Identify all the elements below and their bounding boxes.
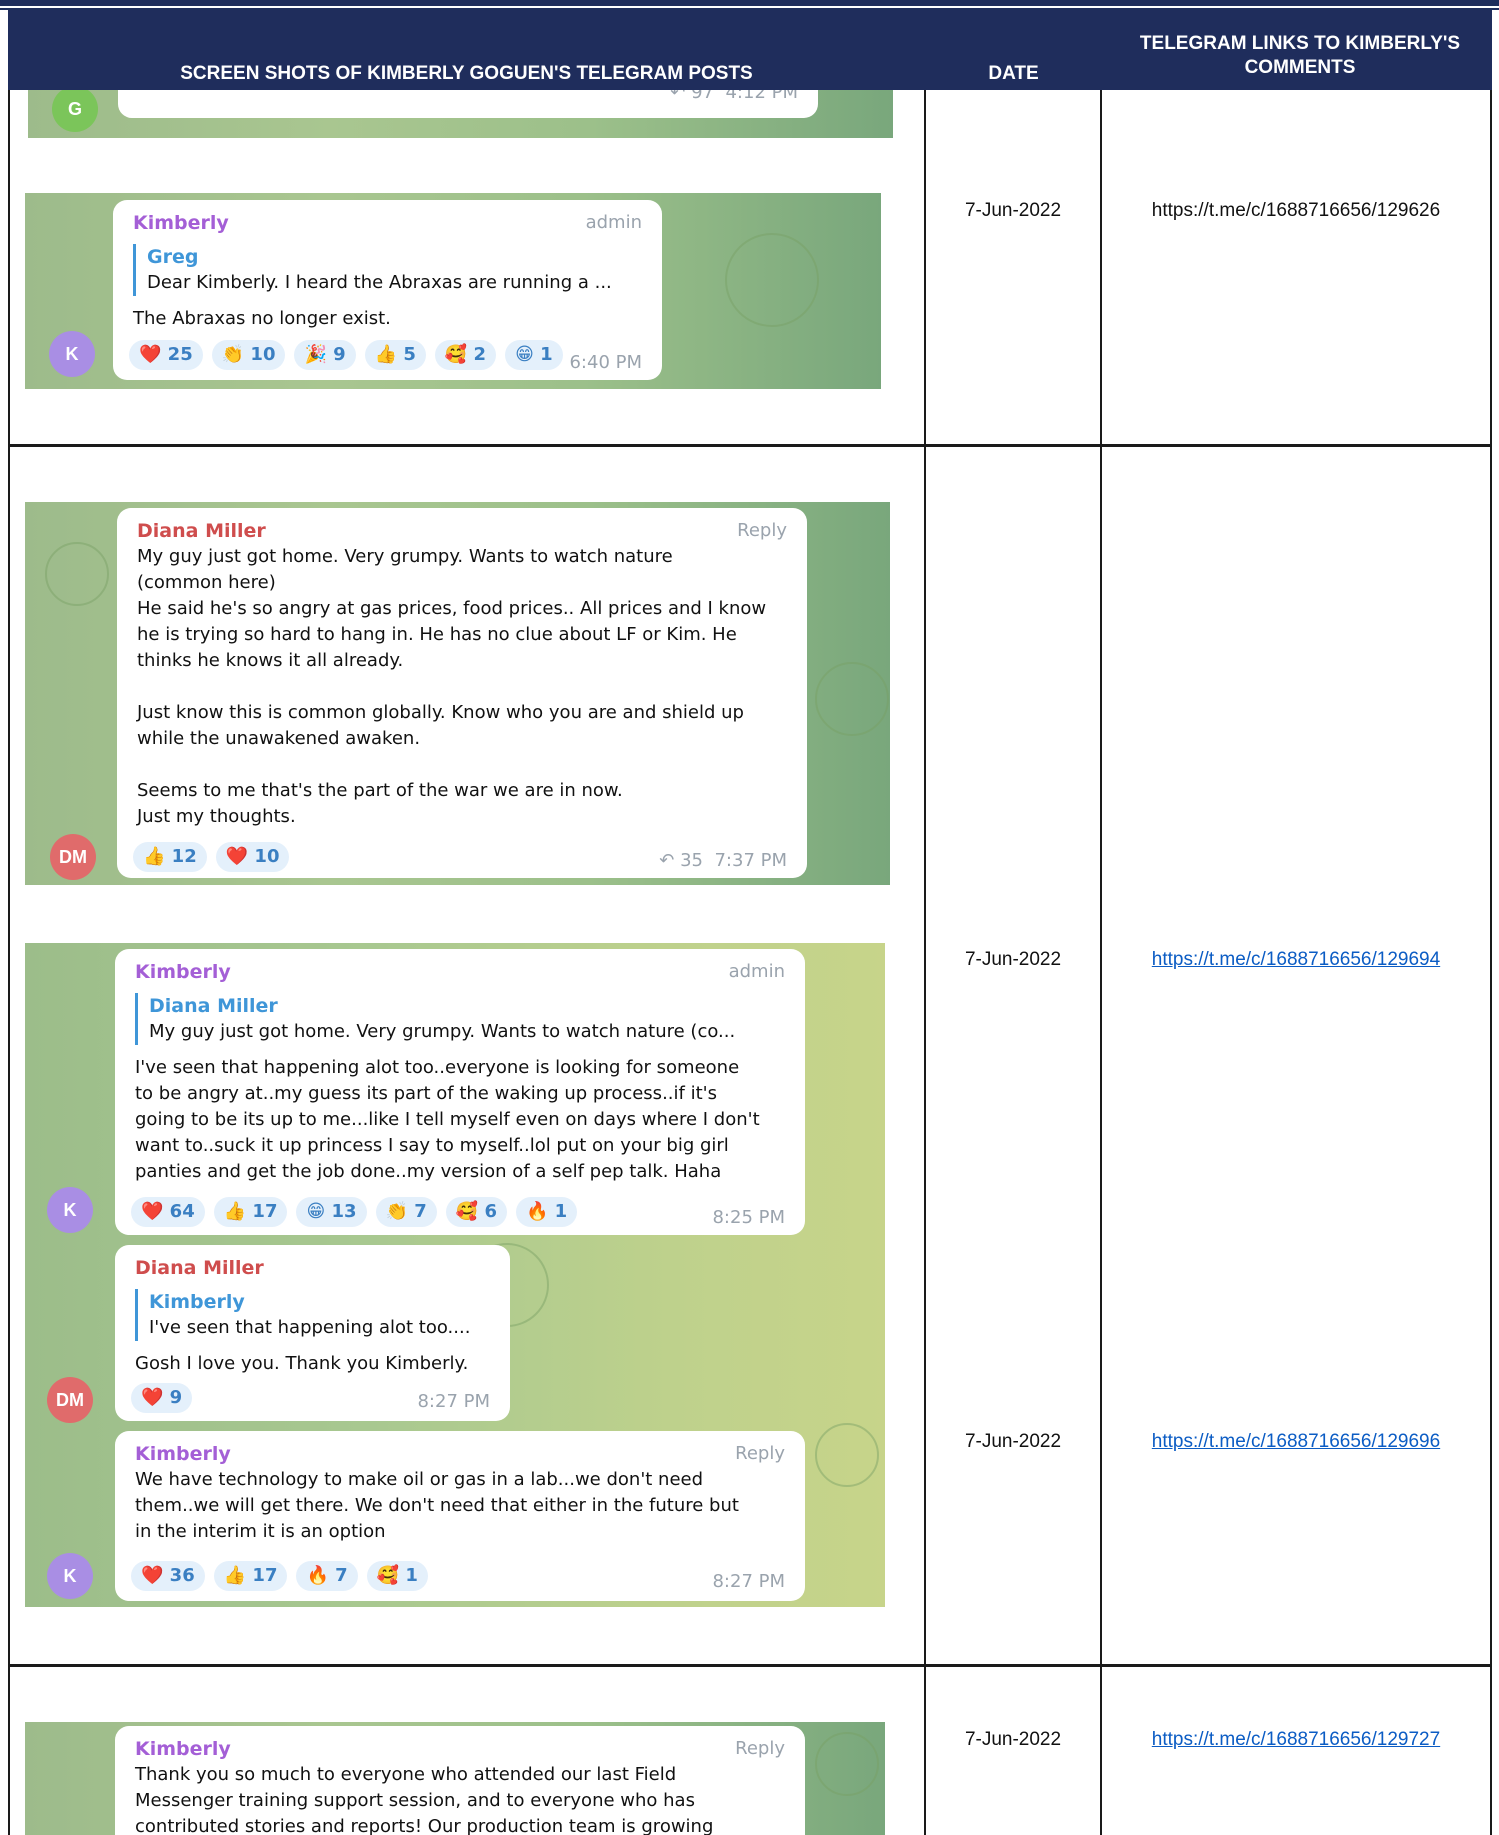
reaction[interactable]: 🥰 6 xyxy=(445,1197,507,1227)
message-time: 8:25 PM xyxy=(712,1207,785,1228)
reaction[interactable]: ❤️ 9 xyxy=(131,1383,193,1413)
date-cell: 7-Jun-2022 xyxy=(964,200,1062,221)
reactions: ❤️ 64 👍 17 😁 13 👏 7 🥰 6 🔥 1 xyxy=(131,1197,578,1227)
admin-tag: admin xyxy=(728,961,785,982)
message-text: The Abraxas no longer exist. xyxy=(133,308,391,329)
sender-name: Kimberly xyxy=(135,961,231,983)
reactions: ❤️ 25 👏 10 🎉 9 👍 5 🥰 2 😁 1 xyxy=(129,340,563,370)
reaction[interactable]: ❤️ 10 xyxy=(215,842,290,872)
reaction[interactable]: 😁 13 xyxy=(296,1197,367,1227)
sender-name: Diana Miller xyxy=(137,520,266,542)
screenshot-partial: Kimberly Reply Thank you so much to ever… xyxy=(25,1722,885,1835)
header-links: TELEGRAM LINKS TO KIMBERLY'S COMMENTS xyxy=(1139,33,1461,78)
link-cell[interactable]: https://t.me/c/1688716656/129727 xyxy=(1102,1729,1490,1751)
message-text: We have technology to make oil or gas in… xyxy=(135,1469,739,1542)
screenshot: Kimberly admin Diana Miller My guy just … xyxy=(25,943,885,1607)
row-divider xyxy=(8,444,1492,447)
avatar: K xyxy=(47,1187,93,1233)
header-date: DATE xyxy=(988,63,1039,84)
reply-button[interactable]: Reply xyxy=(737,520,787,541)
reaction[interactable]: 👍 17 xyxy=(213,1561,288,1591)
row-divider xyxy=(8,1664,1492,1667)
link-cell[interactable]: https://t.me/c/1688716656/129696 xyxy=(1102,1431,1490,1453)
reaction[interactable]: ❤️ 64 xyxy=(131,1197,205,1227)
message-bubble: Kimberly Reply Thank you so much to ever… xyxy=(115,1726,805,1835)
reaction[interactable]: 🥰 1 xyxy=(366,1561,428,1591)
reaction[interactable]: 😁 1 xyxy=(505,340,563,370)
sender-name: Kimberly xyxy=(135,1443,231,1465)
quote-text: Dear Kimberly. I heard the Abraxas are r… xyxy=(147,272,612,293)
quote-sender: Kimberly xyxy=(149,1291,245,1313)
message-time: 6:40 PM xyxy=(569,352,642,373)
message-bubble: Kimberly admin Diana Miller My guy just … xyxy=(115,949,805,1235)
avatar: K xyxy=(47,1553,93,1599)
message-meta: ↶ 35 7:37 PM xyxy=(659,850,787,871)
forward-count: 97 xyxy=(691,90,715,103)
document-page: SCREEN SHOTS OF KIMBERLY GOGUEN'S TELEGR… xyxy=(0,0,1499,1835)
avatar: DM xyxy=(50,834,96,880)
screenshot: Kimberly admin Greg Dear Kimberly. I hea… xyxy=(25,193,881,389)
date-cell: 7-Jun-2022 xyxy=(964,949,1062,970)
date-cell: 7-Jun-2022 xyxy=(964,1729,1062,1750)
quote-sender: Greg xyxy=(147,246,199,268)
message-time: 7:37 PM xyxy=(714,850,787,871)
quote-text: My guy just got home. Very grumpy. Wants… xyxy=(149,1021,736,1042)
reactions: 👍 12 ❤️ 10 xyxy=(133,842,290,872)
forward-count: 35 xyxy=(680,850,704,871)
message-bubble: Kimberly Reply We have technology to mak… xyxy=(115,1431,805,1601)
admin-tag: admin xyxy=(585,212,642,233)
table-header: SCREEN SHOTS OF KIMBERLY GOGUEN'S TELEGR… xyxy=(8,10,1492,90)
message-text: Gosh I love you. Thank you Kimberly. xyxy=(135,1353,469,1374)
reaction[interactable]: 👏 7 xyxy=(375,1197,437,1227)
quoted-message: Kimberly I've seen that happening alot t… xyxy=(135,1289,492,1341)
avatar: G xyxy=(52,90,98,132)
quote-text: I've seen that happening alot too.... xyxy=(149,1317,471,1338)
message-bubble: Diana Miller Kimberly I've seen that hap… xyxy=(115,1245,510,1421)
message-time: 4:12 PM xyxy=(725,90,798,103)
sender-name: Kimberly xyxy=(135,1738,231,1760)
message-bubble: Kimberly admin Greg Dear Kimberly. I hea… xyxy=(113,200,662,380)
reply-button[interactable]: Reply xyxy=(735,1443,785,1464)
message-text: My guy just got home. Very grumpy. Wants… xyxy=(137,546,767,827)
screenshot: Diana Miller Reply My guy just got home.… xyxy=(25,502,890,885)
sender-name: Diana Miller xyxy=(135,1257,264,1279)
message-meta: ↶ 97 4:12 PM xyxy=(670,90,798,103)
sender-name: Kimberly xyxy=(133,212,229,234)
quoted-message: Diana Miller My guy just got home. Very … xyxy=(135,993,787,1045)
reaction[interactable]: 👍 17 xyxy=(213,1197,288,1227)
header-screenshots: SCREEN SHOTS OF KIMBERLY GOGUEN'S TELEGR… xyxy=(180,63,753,84)
message-text: I've seen that happening alot too..every… xyxy=(135,1057,760,1182)
reaction[interactable]: 🥰 2 xyxy=(434,340,497,370)
link-cell: https://t.me/c/1688716656/129626 xyxy=(1151,200,1441,221)
reaction[interactable]: 🔥 1 xyxy=(515,1197,578,1227)
message-time: 8:27 PM xyxy=(417,1391,490,1412)
message-bubble: ↶ 97 4:12 PM xyxy=(118,90,818,118)
reply-button[interactable]: Reply xyxy=(735,1738,785,1759)
reaction[interactable]: 👍 5 xyxy=(364,340,426,370)
table-border xyxy=(1490,90,1492,1835)
avatar: DM xyxy=(47,1377,93,1423)
table-border xyxy=(8,90,10,1835)
reaction[interactable]: 🔥 7 xyxy=(296,1561,358,1591)
message-bubble: Diana Miller Reply My guy just got home.… xyxy=(117,508,807,878)
quote-sender: Diana Miller xyxy=(149,995,278,1017)
reaction[interactable]: ❤️ 25 xyxy=(129,340,203,370)
message-text: Thank you so much to everyone who attend… xyxy=(135,1764,714,1835)
reactions: ❤️ 36 👍 17 🔥 7 🥰 1 xyxy=(131,1561,428,1591)
date-cell: 7-Jun-2022 xyxy=(964,1431,1062,1452)
reaction[interactable]: ❤️ 36 xyxy=(131,1561,205,1591)
reaction[interactable]: 🎉 9 xyxy=(294,340,356,370)
quoted-message: Greg Dear Kimberly. I heard the Abraxas … xyxy=(133,244,644,296)
screenshot-partial: ↶ 97 4:12 PM G xyxy=(28,90,893,138)
avatar: K xyxy=(49,331,95,377)
reactions: ❤️ 9 xyxy=(131,1383,193,1413)
top-rule xyxy=(0,0,1499,6)
message-time: 8:27 PM xyxy=(712,1571,785,1592)
reaction[interactable]: 👍 12 xyxy=(133,842,207,872)
reaction[interactable]: 👏 10 xyxy=(211,340,286,370)
link-cell[interactable]: https://t.me/c/1688716656/129694 xyxy=(1102,949,1490,971)
